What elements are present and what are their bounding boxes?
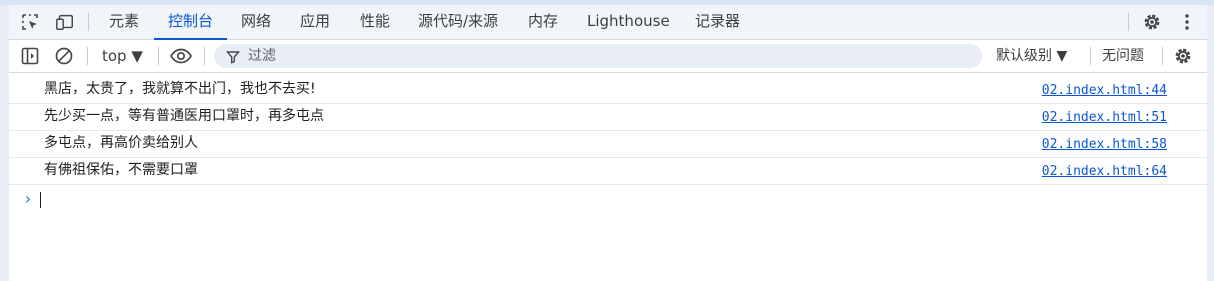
eye-icon[interactable] [169, 46, 193, 66]
window-frame-left [0, 0, 9, 281]
toolbar-separator [158, 47, 159, 65]
message-text: 黑店，太贵了，我就算不出门，我也不去买! [44, 81, 316, 97]
tab-lighthouse[interactable]: Lighthouse [587, 5, 670, 39]
console-message: 先少买一点，等有普通医用口罩时，再多屯点 02.index.html:51 [9, 104, 1207, 131]
device-toggle-icon[interactable] [55, 12, 75, 32]
tab-separator-right [1128, 13, 1129, 31]
window-frame-right [1207, 0, 1214, 281]
tab-memory[interactable]: 内存 [528, 5, 558, 39]
message-source-link[interactable]: 02.index.html:51 [1042, 104, 1167, 131]
devtools-tab-bar: 元素 控制台 网络 应用 性能 源代码/来源 内存 Lighthouse 记录器 [9, 5, 1207, 40]
inspect-icon[interactable] [20, 12, 40, 32]
tab-network[interactable]: 网络 [241, 5, 271, 39]
console-message: 黑店，太贵了，我就算不出门，我也不去买! 02.index.html:44 [9, 77, 1207, 104]
toolbar-separator [87, 47, 88, 65]
console-prompt-input[interactable]: › [9, 187, 409, 211]
tab-sources[interactable]: 源代码/来源 [418, 5, 498, 39]
console-settings-icon[interactable] [1173, 46, 1193, 66]
console-toolbar: top ▼ 过滤 默认级别 ▼ 无问题 [9, 40, 1207, 73]
log-levels-dropdown[interactable]: 默认级别 ▼ [996, 40, 1067, 72]
tab-console[interactable]: 控制台 [153, 5, 228, 40]
tab-elements[interactable]: 元素 [109, 5, 139, 39]
filter-icon [225, 49, 241, 68]
message-text: 有佛祖保佑，不需要口罩 [44, 162, 198, 178]
tab-recorder[interactable]: 记录器 [695, 5, 740, 39]
text-caret [40, 192, 41, 208]
filter-input[interactable]: 过滤 [214, 44, 982, 68]
toolbar-separator [1162, 47, 1163, 65]
settings-icon[interactable] [1142, 12, 1162, 32]
context-selector[interactable]: top ▼ [102, 40, 143, 72]
console-message: 多屯点，再高价卖给别人 02.index.html:58 [9, 131, 1207, 158]
more-vert-icon[interactable] [1177, 12, 1197, 32]
issues-counter[interactable]: 无问题 [1102, 40, 1144, 72]
tab-application[interactable]: 应用 [300, 5, 330, 39]
tab-separator [88, 13, 89, 31]
console-message: 有佛祖保佑，不需要口罩 02.index.html:64 [9, 158, 1207, 185]
sidebar-toggle-icon[interactable] [20, 46, 40, 66]
message-source-link[interactable]: 02.index.html:44 [1042, 77, 1167, 104]
toolbar-separator [1090, 47, 1091, 65]
filter-placeholder: 过滤 [248, 48, 276, 64]
prompt-chevron-icon: › [23, 189, 33, 208]
message-text: 先少买一点，等有普通医用口罩时，再多屯点 [44, 108, 324, 124]
console-messages: 黑店，太贵了，我就算不出门，我也不去买! 02.index.html:44 先少… [9, 77, 1207, 185]
toolbar-separator [204, 47, 205, 65]
tab-performance[interactable]: 性能 [360, 5, 390, 39]
message-source-link[interactable]: 02.index.html:58 [1042, 131, 1167, 158]
message-source-link[interactable]: 02.index.html:64 [1042, 158, 1167, 185]
clear-console-icon[interactable] [54, 46, 74, 66]
message-text: 多屯点，再高价卖给别人 [44, 135, 198, 151]
devtools-panel: 元素 控制台 网络 应用 性能 源代码/来源 内存 Lighthouse 记录器… [9, 5, 1207, 281]
